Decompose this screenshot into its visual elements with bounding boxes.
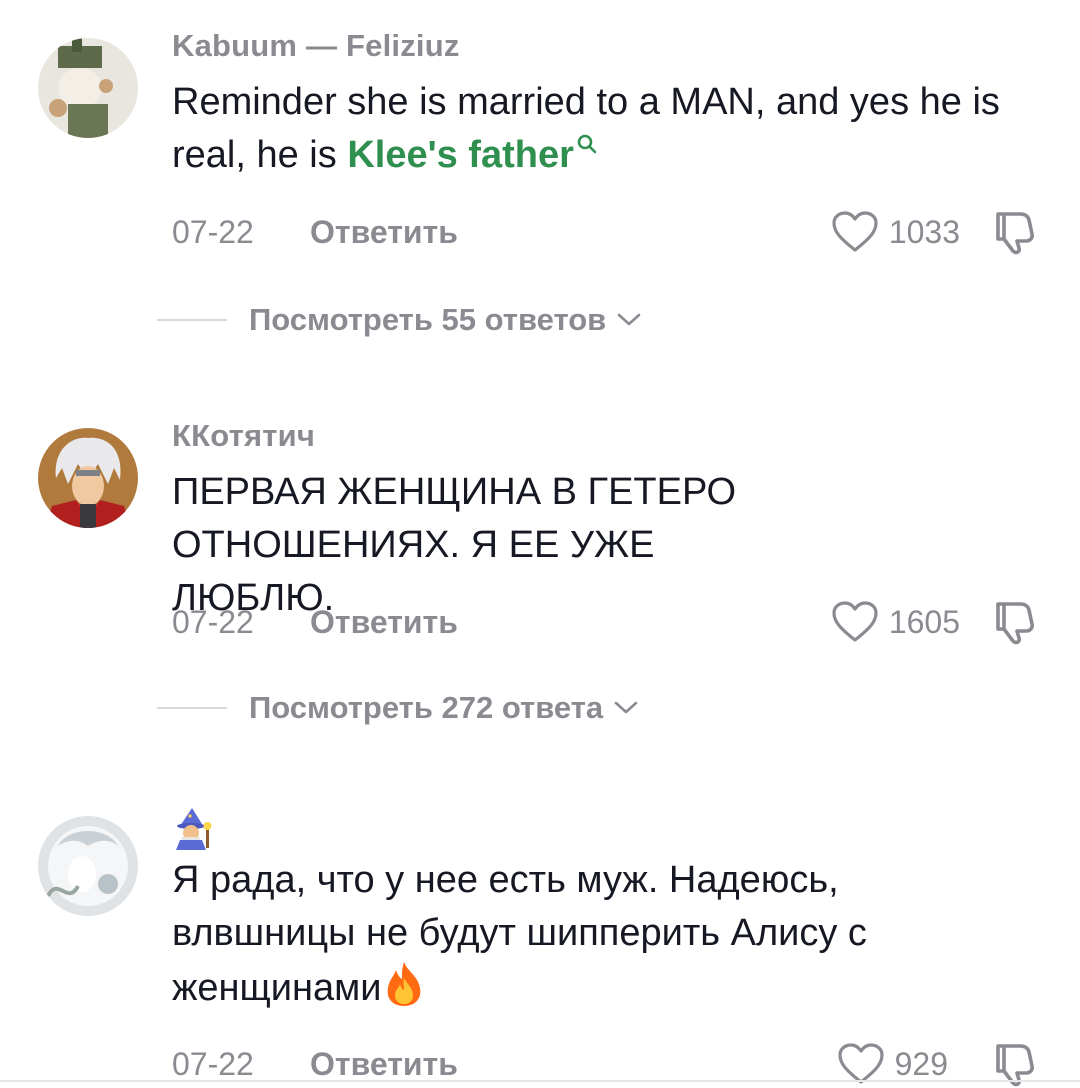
avatar[interactable]	[38, 428, 138, 528]
divider	[157, 707, 227, 709]
comment-username[interactable]: Kabuum — Feliziuz	[172, 28, 460, 64]
avatar-image	[38, 428, 138, 528]
like-button[interactable]: 1033	[831, 210, 960, 254]
like-button[interactable]: 1605	[831, 600, 960, 644]
reply-button[interactable]: Ответить	[310, 1046, 458, 1083]
wizard-emoji-icon	[176, 808, 212, 850]
comment-date: 07-22	[172, 213, 254, 250]
heart-outline-icon	[832, 211, 878, 252]
chevron-down-icon	[614, 701, 638, 714]
thumbs-down-icon[interactable]	[990, 596, 1040, 646]
comment-username[interactable]: ККотятич	[172, 418, 315, 454]
comment-text: Я рада, что у нее есть муж. Надеюсь, влв…	[172, 854, 1002, 1015]
view-replies-label[interactable]: Посмотреть 55 ответов	[249, 302, 606, 338]
comment-text: Reminder she is married to a MAN, and ye…	[172, 76, 1042, 182]
avatar[interactable]	[38, 38, 138, 138]
comment-text-body: Я рада, что у нее есть муж. Надеюсь, влв…	[172, 859, 867, 1009]
like-count: 1033	[888, 213, 960, 250]
comment-date: 07-22	[172, 603, 254, 640]
like-count: 929	[894, 1045, 948, 1082]
heart-outline-icon	[832, 601, 878, 642]
reply-button[interactable]: Ответить	[310, 604, 458, 641]
bottom-divider	[0, 1080, 1080, 1082]
view-replies-button[interactable]: Посмотреть 272 ответа	[157, 688, 639, 728]
thumbs-down-icon[interactable]	[990, 206, 1040, 256]
view-replies-label[interactable]: Посмотреть 272 ответа	[249, 690, 603, 726]
like-count: 1605	[888, 603, 960, 640]
search-icon	[577, 134, 597, 154]
comment-meta: 07-22 Ответить	[172, 602, 458, 642]
avatar-image	[38, 816, 138, 916]
search-link[interactable]: Klee's father	[347, 134, 598, 176]
chevron-down-icon	[617, 313, 641, 326]
avatar[interactable]	[38, 816, 138, 916]
search-link-label[interactable]: Klee's father	[347, 134, 574, 176]
comment-meta: 07-22 Ответить	[172, 212, 458, 252]
comment-date: 07-22	[172, 1045, 254, 1082]
divider	[157, 319, 227, 321]
avatar-image	[38, 38, 138, 138]
comment-meta: 07-22 Ответить	[172, 1044, 458, 1084]
view-replies-button[interactable]: Посмотреть 55 ответов	[157, 300, 642, 340]
fire-emoji-icon	[387, 962, 420, 1006]
reply-button[interactable]: Ответить	[310, 214, 458, 251]
